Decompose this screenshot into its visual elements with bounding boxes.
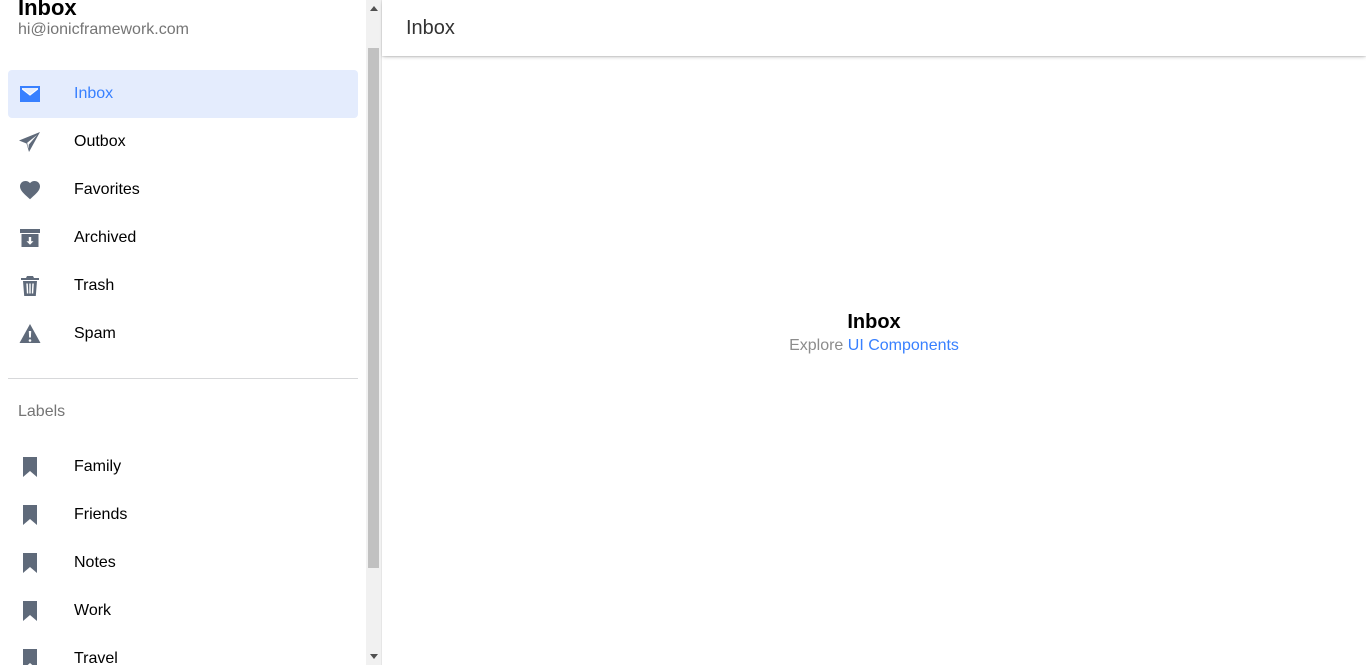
content-title: Inbox	[847, 311, 901, 333]
explore-text: Explore	[789, 337, 844, 354]
paper-plane-icon	[18, 130, 42, 154]
label-item-label: Family	[74, 458, 122, 475]
bookmark-icon	[18, 551, 42, 575]
main-content: Inbox Inbox Explore UI Components	[382, 0, 1366, 665]
warning-icon	[18, 322, 42, 346]
nav-item-spam[interactable]: Spam	[8, 310, 358, 358]
nav-list: Inbox Outbox Favorites Archived Trash Sp…	[8, 70, 358, 358]
label-item-work[interactable]: Work	[8, 587, 358, 635]
nav-item-trash[interactable]: Trash	[8, 262, 358, 310]
bookmark-icon	[18, 455, 42, 479]
side-menu: Inbox hi@ionicframework.com Inbox Outbox…	[0, 0, 366, 665]
label-item-friends[interactable]: Friends	[8, 491, 358, 539]
bookmark-icon	[18, 503, 42, 527]
nav-item-label: Inbox	[74, 85, 114, 102]
label-item-label: Friends	[74, 506, 128, 523]
label-item-label: Work	[74, 602, 112, 619]
menu-scrollbar[interactable]	[366, 0, 381, 665]
labels-list: Family Friends Notes Work Travel	[8, 443, 358, 665]
bookmark-icon	[18, 599, 42, 623]
nav-item-label: Favorites	[74, 181, 140, 198]
archive-icon	[18, 226, 42, 250]
label-item-label: Notes	[74, 554, 116, 571]
scroll-up-arrow-icon[interactable]	[366, 0, 381, 17]
nav-item-outbox[interactable]: Outbox	[8, 118, 358, 166]
toolbar-title: Inbox	[406, 17, 455, 39]
nav-item-label: Trash	[74, 277, 115, 294]
scroll-thumb[interactable]	[368, 48, 379, 568]
menu-divider	[8, 378, 358, 379]
menu-header: Inbox hi@ionicframework.com	[18, 0, 189, 39]
nav-item-label: Spam	[74, 325, 116, 342]
content-container: Inbox Explore UI Components	[382, 309, 1366, 357]
label-item-family[interactable]: Family	[8, 443, 358, 491]
nav-item-archived[interactable]: Archived	[8, 214, 358, 262]
label-item-notes[interactable]: Notes	[8, 539, 358, 587]
labels-header: Labels	[18, 403, 66, 420]
content-subtitle: Explore UI Components	[382, 335, 1366, 357]
nav-item-label: Outbox	[74, 133, 126, 150]
label-item-travel[interactable]: Travel	[8, 635, 358, 665]
heart-icon	[18, 178, 42, 202]
nav-item-label: Archived	[74, 229, 137, 246]
mail-icon	[18, 82, 42, 106]
bookmark-icon	[18, 647, 42, 665]
trash-icon	[18, 274, 42, 298]
nav-item-favorites[interactable]: Favorites	[8, 166, 358, 214]
nav-item-inbox[interactable]: Inbox	[8, 70, 358, 118]
ui-components-link[interactable]: UI Components	[848, 337, 959, 354]
scroll-down-arrow-icon[interactable]	[366, 648, 381, 665]
label-item-label: Travel	[74, 650, 118, 665]
menu-email: hi@ionicframework.com	[18, 21, 189, 38]
toolbar: Inbox	[382, 0, 1366, 56]
